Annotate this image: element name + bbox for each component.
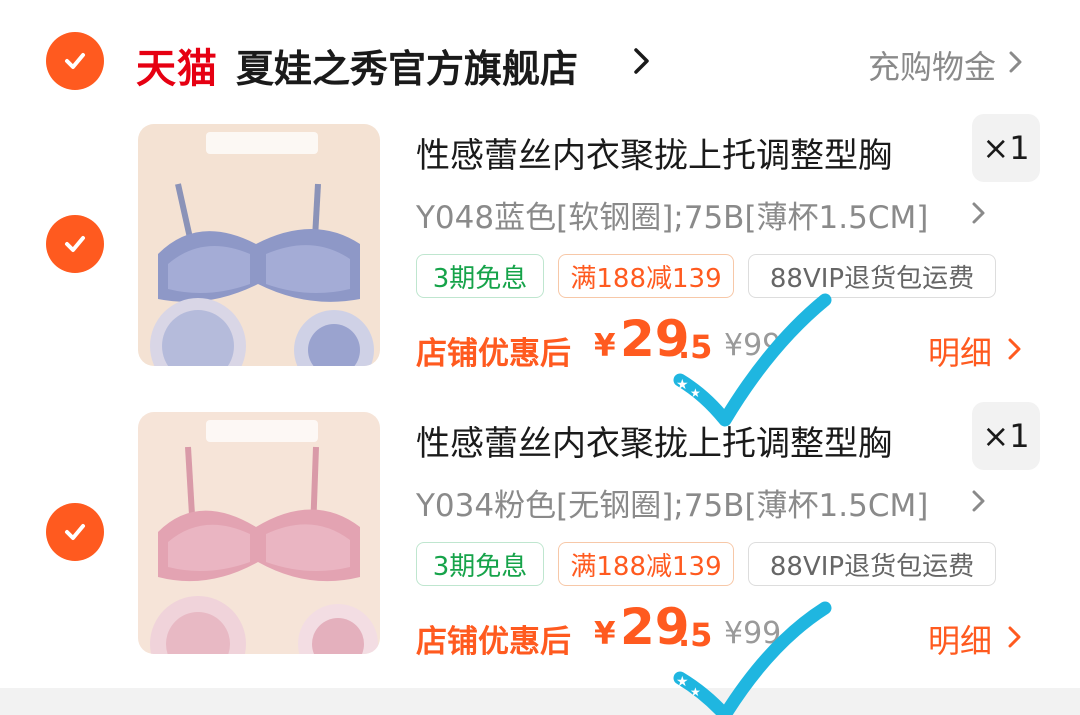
item-select-checkbox[interactable] bbox=[46, 215, 104, 273]
sku-selector[interactable]: Y048蓝色[软钢圈];75B[薄杯1.5CM] bbox=[416, 192, 928, 237]
price-decimal: .5 bbox=[678, 328, 713, 366]
price-label: 店铺优惠后 bbox=[416, 336, 571, 372]
quantity-selector[interactable]: ×1 bbox=[972, 114, 1040, 182]
chevron-right-icon[interactable] bbox=[630, 44, 654, 78]
price-decimal: .5 bbox=[678, 616, 713, 654]
bottom-divider bbox=[0, 688, 1080, 715]
checkmark-icon bbox=[65, 236, 85, 252]
chevron-right-icon[interactable] bbox=[1006, 624, 1024, 650]
bra-product-image bbox=[138, 412, 380, 654]
quantity-selector[interactable]: ×1 bbox=[972, 402, 1040, 470]
vip-return-tag: 88VIP退货包运费 bbox=[748, 542, 996, 586]
price-detail-link[interactable]: 明细 bbox=[928, 328, 992, 374]
currency-symbol: ¥ bbox=[594, 328, 616, 364]
chevron-right-icon[interactable] bbox=[1006, 336, 1024, 362]
price-label: 店铺优惠后 bbox=[416, 624, 571, 660]
installment-tag: 3期免息 bbox=[416, 542, 544, 586]
original-price: ¥99 bbox=[724, 616, 782, 651]
discount-tag: 满188减139 bbox=[558, 254, 734, 298]
chevron-right-icon[interactable] bbox=[970, 200, 988, 226]
checkmark-icon bbox=[65, 524, 85, 540]
shopping-credit-link[interactable]: 充购物金 bbox=[868, 42, 996, 88]
vip-return-tag: 88VIP退货包运费 bbox=[748, 254, 996, 298]
product-image[interactable] bbox=[138, 124, 380, 366]
checkmark-icon bbox=[65, 53, 85, 69]
svg-text:★: ★ bbox=[676, 377, 689, 393]
original-price: ¥99 bbox=[724, 328, 782, 363]
discount-tag: 满188减139 bbox=[558, 542, 734, 586]
sku-selector[interactable]: Y034粉色[无钢圈];75B[薄杯1.5CM] bbox=[416, 480, 928, 525]
product-image[interactable] bbox=[138, 412, 380, 654]
installment-tag: 3期免息 bbox=[416, 254, 544, 298]
svg-text:★: ★ bbox=[690, 386, 701, 400]
currency-symbol: ¥ bbox=[594, 616, 616, 652]
tmall-logo: 天猫 bbox=[136, 46, 218, 92]
chevron-right-icon[interactable] bbox=[1006, 48, 1026, 76]
price-detail-link[interactable]: 明细 bbox=[928, 616, 992, 662]
chevron-right-icon[interactable] bbox=[970, 488, 988, 514]
store-select-checkbox[interactable] bbox=[46, 32, 104, 90]
product-title[interactable]: 性感蕾丝内衣聚拢上托调整型胸 bbox=[416, 416, 892, 465]
store-name-link[interactable]: 夏娃之秀官方旗舰店 bbox=[236, 38, 578, 93]
item-select-checkbox[interactable] bbox=[46, 503, 104, 561]
product-title[interactable]: 性感蕾丝内衣聚拢上托调整型胸 bbox=[416, 128, 892, 177]
bra-product-image bbox=[138, 124, 380, 366]
